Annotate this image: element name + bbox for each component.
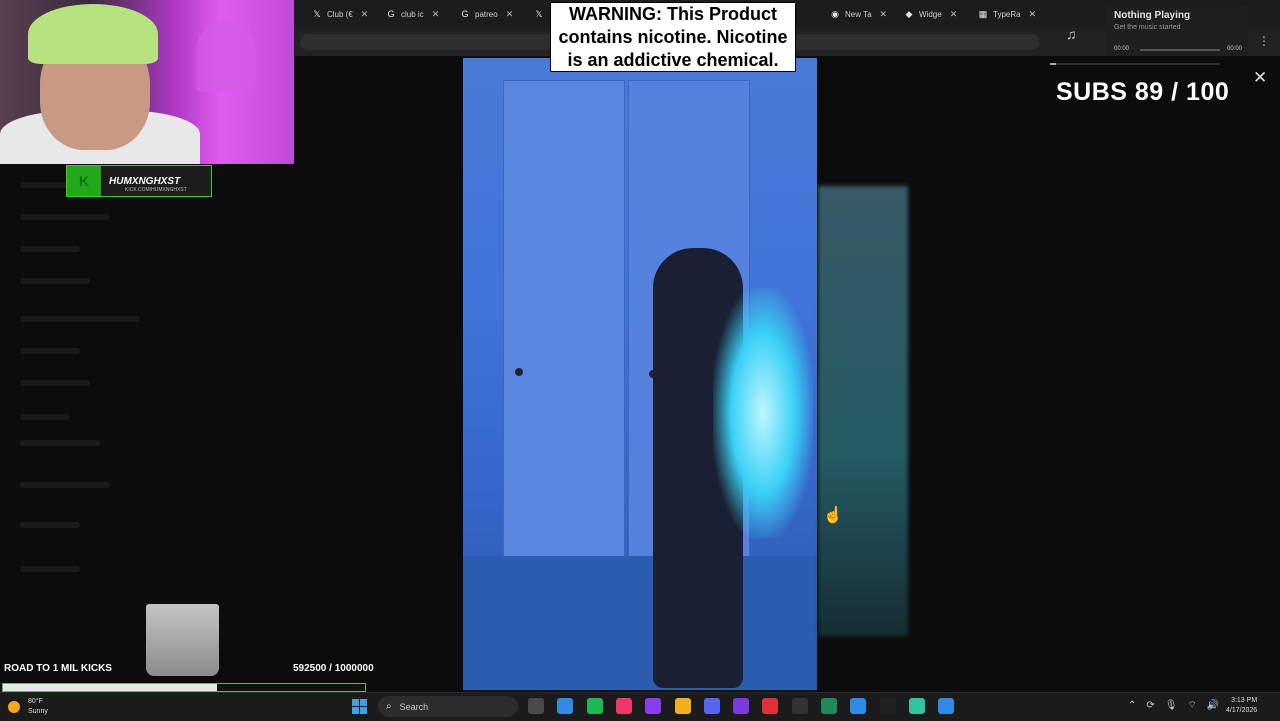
browser-tab[interactable]: ◉ New Ta ✕: [830, 5, 887, 23]
floor: [463, 556, 817, 690]
weather-temp: 80°F: [28, 698, 43, 705]
chrome-icon[interactable]: [557, 698, 574, 714]
kick-logo-icon: K: [67, 166, 101, 196]
app-red-icon[interactable]: [762, 698, 779, 714]
x-logo-icon: 𝕏: [313, 8, 321, 19]
close-tab-icon[interactable]: ✕: [432, 9, 440, 20]
track-progress-bar[interactable]: [1140, 49, 1220, 51]
chrome-2-icon[interactable]: [938, 698, 955, 714]
browser-tab-label: club ic: [401, 9, 424, 19]
subs-goal-counter: SUBS 89 / 100: [1056, 78, 1230, 106]
clock-date: 4/17/2026: [1226, 707, 1258, 714]
browser-tab-label: Widge: [919, 9, 942, 19]
ring-icon: ◉: [831, 8, 839, 19]
close-icon[interactable]: ✕: [1253, 68, 1267, 88]
chrome-active-icon[interactable]: [850, 698, 867, 714]
close-tab-icon[interactable]: ✕: [1029, 9, 1037, 20]
glass-cup-image: [146, 604, 219, 676]
music-app-icon[interactable]: [615, 698, 632, 714]
taskbar-search[interactable]: ⌕ Search: [378, 696, 518, 717]
time-elapsed: 00:00: [1114, 46, 1130, 52]
weather-desc: Sunny: [28, 708, 48, 715]
app-dark-icon[interactable]: [791, 698, 808, 714]
weather-widget[interactable]: 80°F Sunny: [8, 697, 48, 717]
ghost-decoration: [196, 20, 256, 92]
taskbar: 80°F Sunny ⌕ Search ⌃⟳🎙⌔🔊 3:13 PM 4/17/2…: [0, 692, 1280, 721]
browser-tab-label: New Ta: [845, 9, 872, 19]
obs-icon[interactable]: [879, 698, 896, 714]
kicks-progress-bar: [2, 683, 366, 692]
discord-icon[interactable]: [703, 698, 720, 714]
google-icon: G: [387, 9, 395, 19]
app-purple-icon[interactable]: [645, 698, 662, 714]
nicotine-warning-banner: WARNING: This Product contains nicotine.…: [550, 2, 796, 72]
music-note-icon[interactable]: ♫: [1066, 26, 1077, 42]
browser-tab[interactable]: 𝕏 Club (€ ✕: [312, 5, 368, 23]
close-tab-icon[interactable]: ✕: [506, 9, 514, 20]
close-tab-icon[interactable]: ✕: [950, 9, 958, 20]
system-tray[interactable]: ⌃⟳🎙⌔🔊: [1128, 699, 1229, 712]
now-playing-title: Nothing Playing: [1114, 10, 1191, 21]
folder-icon[interactable]: [674, 698, 691, 714]
browser-tab[interactable]: Gpatreo ✕: [460, 5, 513, 23]
door-knob: [515, 368, 523, 376]
taskbar-clock[interactable]: 3:13 PM 4/17/2026: [1226, 696, 1257, 716]
menu-icon[interactable]: ⋮: [1258, 34, 1270, 48]
media-progress-bar: [1050, 63, 1220, 65]
browser-tab-label: TypeRa: [993, 9, 1021, 19]
x-logo-icon: 𝕏: [535, 8, 543, 19]
streamer-beanie: [28, 4, 158, 64]
main-video[interactable]: [463, 58, 817, 690]
spotify-icon[interactable]: [586, 698, 603, 714]
browser-tab[interactable]: ▦ TypeRa ✕: [978, 5, 1036, 23]
sun-icon: [8, 701, 20, 713]
diamond-icon: ◆: [905, 8, 913, 19]
streamer-name: HUMXNGHXST: [109, 175, 181, 187]
app-violet-icon[interactable]: [733, 698, 750, 714]
browser-tab-label: Club (€: [327, 9, 353, 19]
clock-time: 3:13 PM: [1231, 697, 1258, 704]
browser-tab-label: patreo: [475, 9, 498, 19]
now-playing-subtitle: Get the music started: [1114, 24, 1181, 31]
app-green-icon[interactable]: [821, 698, 837, 714]
google-icon: G: [461, 9, 469, 19]
windows-start-icon[interactable]: [352, 699, 367, 714]
close-tab-icon[interactable]: ✕: [880, 9, 888, 20]
browser-tab[interactable]: Gclub ic ✕: [386, 5, 439, 23]
streamer-name-badge: K HUMXNGHXST KICK.COM/HUMXNGHXST: [66, 165, 212, 197]
search-label: Search: [399, 701, 429, 712]
file-explorer-icon[interactable]: [528, 698, 544, 714]
search-icon: ⌕: [386, 701, 392, 712]
kicks-goal-label: ROAD TO 1 MIL KICKS: [4, 663, 112, 674]
now-playing-widget: Nothing Playing Get the music started 00…: [1106, 6, 1248, 56]
light-glow: [713, 288, 813, 538]
browser-tab[interactable]: ◆ Widge ✕: [904, 5, 958, 23]
blurred-side-panel: [818, 186, 908, 636]
kicks-progress-fill: [3, 684, 218, 691]
streamlabs-icon[interactable]: [908, 698, 925, 714]
kicks-goal-count: 592500 / 1000000: [293, 663, 374, 674]
streamer-url: KICK.COM/HUMXNGHXST: [125, 187, 187, 193]
close-tab-icon[interactable]: ✕: [361, 9, 369, 20]
mouse-cursor-icon: ☝: [823, 507, 843, 524]
time-total: 00:00: [1226, 46, 1242, 52]
typeracer-icon: ▦: [978, 8, 988, 19]
closet-door-left: [503, 80, 625, 562]
webcam-feed: [0, 0, 294, 164]
